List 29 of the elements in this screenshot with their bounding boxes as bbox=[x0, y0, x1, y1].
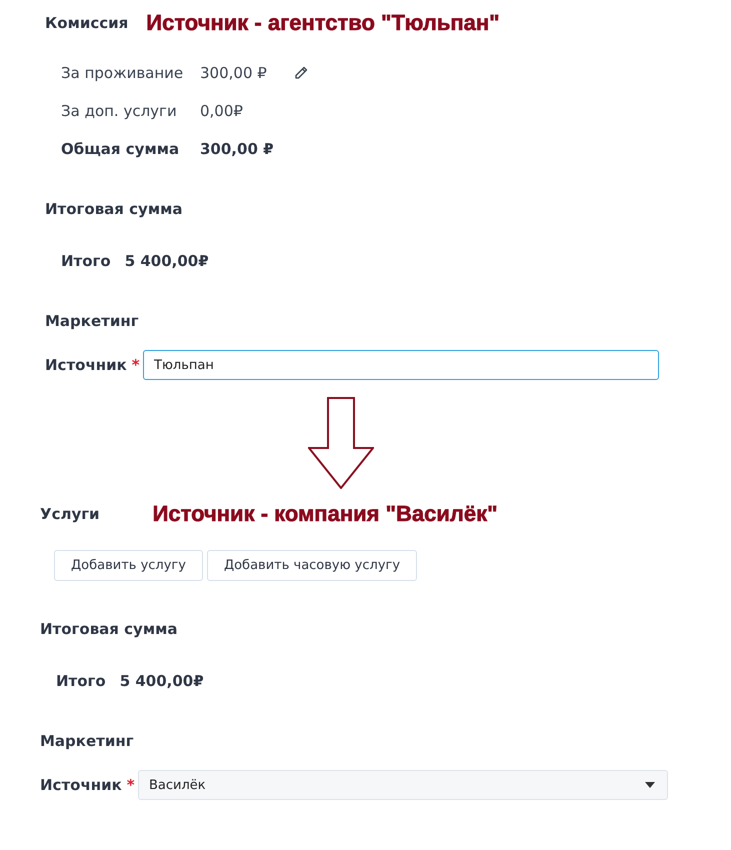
commission-value: 300,00 ₽ bbox=[200, 64, 268, 82]
section-title: Итоговая сумма bbox=[40, 619, 178, 639]
section-title: Маркетинг bbox=[40, 731, 135, 751]
add-button[interactable]: Добавить часовую услугу bbox=[206, 550, 418, 581]
required-mark: * bbox=[132, 356, 140, 374]
section-title: Итоговая сумма bbox=[45, 199, 184, 219]
required-mark: * bbox=[126, 776, 135, 794]
field-label: Источник bbox=[45, 356, 127, 374]
commission-value: 300,00 ₽ bbox=[200, 140, 275, 158]
field-label: Источник bbox=[40, 776, 122, 794]
annotation-text: Источник - агентство "Тюльпан" bbox=[146, 10, 500, 36]
section-title: Маркетинг bbox=[45, 311, 140, 331]
commission-value: 0,00₽ bbox=[200, 102, 244, 120]
pencil-icon[interactable] bbox=[293, 65, 309, 81]
source-dropdown[interactable]: Василёк bbox=[138, 770, 668, 800]
source-input-field[interactable]: Тюльпан bbox=[143, 350, 659, 380]
total-value: 5 400,00₽ bbox=[120, 672, 204, 690]
annotation-text: Источник - компания "Василёк" bbox=[152, 501, 498, 527]
section-title: Услуги bbox=[40, 505, 100, 523]
commission-label: За доп. услуги bbox=[61, 102, 178, 120]
down-arrow-icon bbox=[308, 397, 374, 489]
total-label: Итого bbox=[61, 252, 111, 270]
add-button[interactable]: Добавить услугу bbox=[54, 550, 203, 581]
caret-icon bbox=[645, 782, 655, 788]
commission-label: За проживание bbox=[61, 64, 184, 82]
commission-label: Общая сумма bbox=[61, 140, 180, 158]
total-label: Итого bbox=[56, 672, 106, 690]
total-value: 5 400,00₽ bbox=[124, 252, 209, 270]
section-title: Комиссия bbox=[45, 14, 128, 32]
